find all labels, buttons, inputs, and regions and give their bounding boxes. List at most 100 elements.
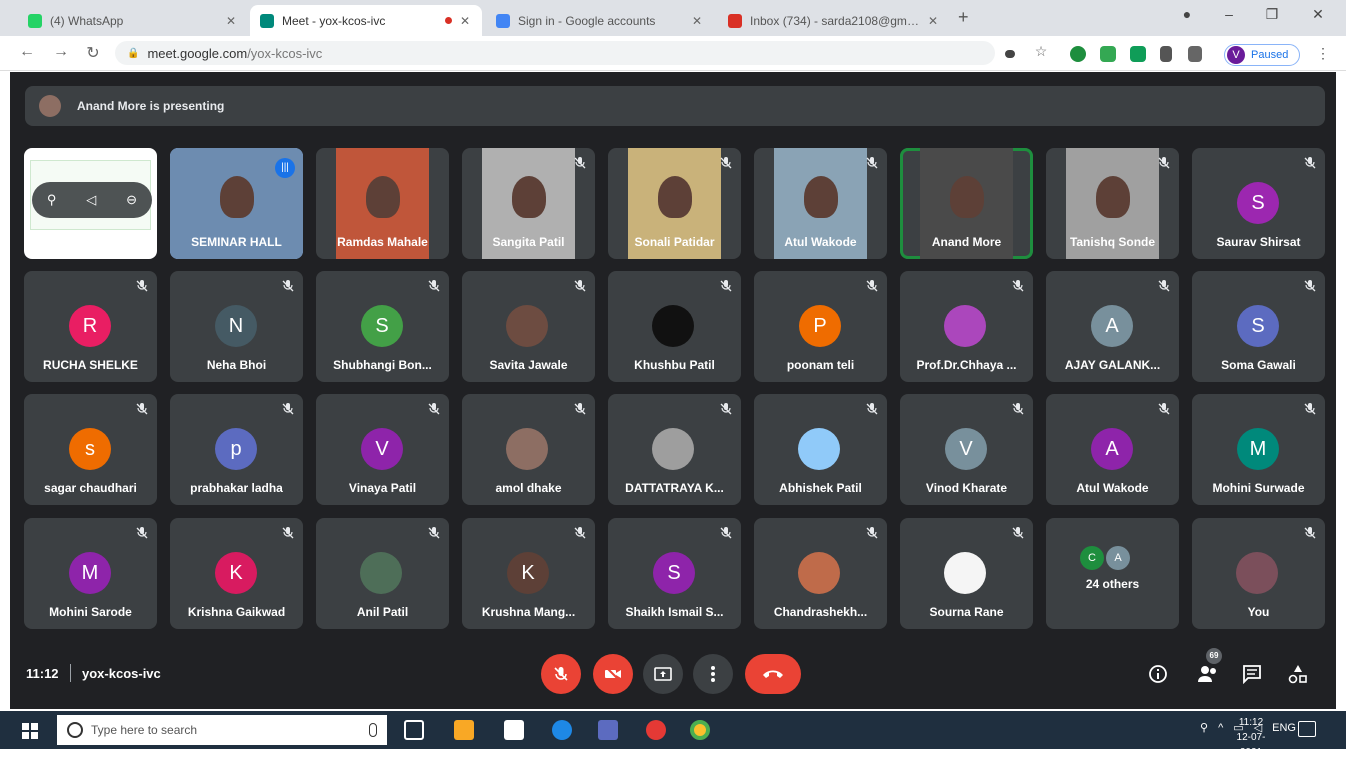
participant-tile[interactable]: S Shubhangi Bon...: [316, 271, 449, 382]
person-silhouette: [219, 176, 254, 218]
people-tray-icon[interactable]: ⚲: [1200, 721, 1208, 734]
extension-grammarly-icon[interactable]: [1130, 46, 1146, 62]
participant-tile[interactable]: S Soma Gawali: [1192, 271, 1325, 382]
participant-name: DATTATRAYA K...: [625, 481, 724, 495]
participant-tile[interactable]: Ramdas Mahale: [316, 148, 449, 259]
present-now-button[interactable]: [643, 654, 683, 694]
forward-icon[interactable]: →: [50, 43, 72, 61]
browser-tab[interactable]: (4) WhatsApp ✕: [18, 5, 248, 36]
presentation-tile[interactable]: ⚲ ◁ ⊖: [24, 148, 157, 259]
participant-tile[interactable]: Savita Jawale: [462, 271, 595, 382]
participant-tile[interactable]: R RUCHA SHELKE: [24, 271, 157, 382]
notepad-icon[interactable]: [504, 720, 524, 740]
remove-icon[interactable]: ⊖: [126, 192, 137, 208]
chrome-icon[interactable]: [690, 720, 710, 740]
more-options-button[interactable]: [693, 654, 733, 694]
minimize-button[interactable]: –: [1214, 6, 1244, 22]
presenting-banner: Anand More is presenting: [25, 86, 1325, 126]
camera-toggle-button[interactable]: [593, 654, 633, 694]
bookmark-star-icon[interactable]: ☆: [1030, 43, 1052, 60]
edge-icon[interactable]: [552, 720, 572, 740]
mic-off-icon: [719, 156, 733, 170]
participant-tile[interactable]: Atul Wakode: [754, 148, 887, 259]
profile-circle-icon[interactable]: ●: [1172, 6, 1202, 22]
extension-print-icon[interactable]: [1100, 46, 1116, 62]
maximize-button[interactable]: ❐: [1257, 6, 1287, 23]
participant-name: Ramdas Mahale: [337, 235, 428, 249]
back-icon[interactable]: ←: [16, 43, 38, 61]
participant-tile[interactable]: A AJAY GALANK...: [1046, 271, 1179, 382]
participant-tile[interactable]: N Neha Bhoi: [170, 271, 303, 382]
tab-title: (4) WhatsApp: [50, 13, 124, 28]
leave-call-button[interactable]: [745, 654, 801, 694]
microphone-icon[interactable]: [369, 723, 377, 737]
participant-tile[interactable]: s sagar chaudhari: [24, 394, 157, 505]
participant-tile[interactable]: S Shaikh Ismail S...: [608, 518, 741, 629]
app-icon[interactable]: [454, 720, 474, 740]
show-hidden-icons[interactable]: ^: [1218, 722, 1223, 734]
mic-off-icon: [135, 279, 149, 293]
task-view-icon[interactable]: [404, 720, 424, 740]
participant-tile[interactable]: Khushbu Patil: [608, 271, 741, 382]
participant-tile[interactable]: M Mohini Sarode: [24, 518, 157, 629]
close-tab-icon[interactable]: ✕: [926, 14, 940, 28]
participant-tile[interactable]: DATTATRAYA K...: [608, 394, 741, 505]
participant-tile[interactable]: V Vinod Kharate: [900, 394, 1033, 505]
participant-avatar: S: [653, 552, 695, 594]
participant-tile[interactable]: ||| SEMINAR HALL: [170, 148, 303, 259]
participant-tile[interactable]: M Mohini Surwade: [1192, 394, 1325, 505]
reload-icon[interactable]: ↻: [82, 43, 104, 63]
volume-icon[interactable]: ◁: [86, 192, 96, 208]
windows-start-icon[interactable]: [22, 723, 38, 739]
extension-person-icon[interactable]: [1160, 46, 1172, 62]
taskbar-search-box[interactable]: Type here to search: [57, 715, 387, 745]
participant-name: Vinod Kharate: [925, 481, 1008, 495]
chat-button[interactable]: [1240, 662, 1264, 686]
others-tile[interactable]: C A 24 others: [1046, 518, 1179, 629]
close-tab-icon[interactable]: ✕: [224, 14, 238, 28]
browser-menu-icon[interactable]: ⋮: [1316, 45, 1330, 62]
extension-green-icon[interactable]: [1070, 46, 1086, 62]
show-everyone-button[interactable]: [1196, 662, 1220, 686]
mic-off-icon: [865, 402, 879, 416]
close-window-button[interactable]: ✕: [1303, 6, 1333, 23]
participant-tile[interactable]: Anand More: [900, 148, 1033, 259]
camera-indicator-icon[interactable]: [1005, 50, 1015, 58]
participant-tile[interactable]: amol dhake: [462, 394, 595, 505]
address-bar[interactable]: 🔒 meet.google.com/yox-kcos-ivc: [115, 41, 995, 65]
new-tab-button[interactable]: +: [958, 7, 969, 28]
participant-tile[interactable]: V Vinaya Patil: [316, 394, 449, 505]
meeting-details-button[interactable]: [1146, 662, 1170, 686]
microphone-toggle-button[interactable]: [541, 654, 581, 694]
participant-tile[interactable]: K Krushna Mang...: [462, 518, 595, 629]
close-tab-icon[interactable]: ✕: [458, 14, 472, 28]
participant-tile[interactable]: You: [1192, 518, 1325, 629]
participant-tile[interactable]: Abhishek Patil: [754, 394, 887, 505]
participant-tile[interactable]: K Krishna Gaikwad: [170, 518, 303, 629]
teams-icon[interactable]: [598, 720, 618, 740]
participant-tile[interactable]: Tanishq Sonde: [1046, 148, 1179, 259]
participant-tile[interactable]: Prof.Dr.Chhaya ...: [900, 271, 1033, 382]
participant-tile[interactable]: p prabhakar ladha: [170, 394, 303, 505]
browser-tab[interactable]: Meet - yox-kcos-ivc ✕: [250, 5, 482, 36]
profile-button[interactable]: V Paused: [1224, 44, 1300, 66]
mic-off-icon: [1011, 402, 1025, 416]
participant-tile[interactable]: S Saurav Shirsat: [1192, 148, 1325, 259]
participant-tile[interactable]: Sonali Patidar: [608, 148, 741, 259]
notification-center-icon[interactable]: [1298, 721, 1316, 737]
opera-icon[interactable]: [646, 720, 666, 740]
mic-off-icon: [281, 279, 295, 293]
pin-icon[interactable]: ⚲: [47, 192, 57, 208]
participant-tile[interactable]: A Atul Wakode: [1046, 394, 1179, 505]
participant-tile[interactable]: Chandrashekh...: [754, 518, 887, 629]
browser-tab[interactable]: Sign in - Google accounts ✕: [486, 5, 714, 36]
taskbar-clock[interactable]: 11:12 12-07-2021: [1226, 715, 1276, 760]
participant-tile[interactable]: Ppoonam teli: [754, 271, 887, 382]
extensions-puzzle-icon[interactable]: [1188, 46, 1202, 62]
participant-tile[interactable]: Anil Patil: [316, 518, 449, 629]
participant-tile[interactable]: Sourna Rane: [900, 518, 1033, 629]
activities-button[interactable]: [1286, 662, 1310, 686]
browser-tab[interactable]: Inbox (734) - sarda2108@gmail.com ✕: [718, 5, 950, 36]
close-tab-icon[interactable]: ✕: [690, 14, 704, 28]
participant-tile[interactable]: Sangita Patil: [462, 148, 595, 259]
